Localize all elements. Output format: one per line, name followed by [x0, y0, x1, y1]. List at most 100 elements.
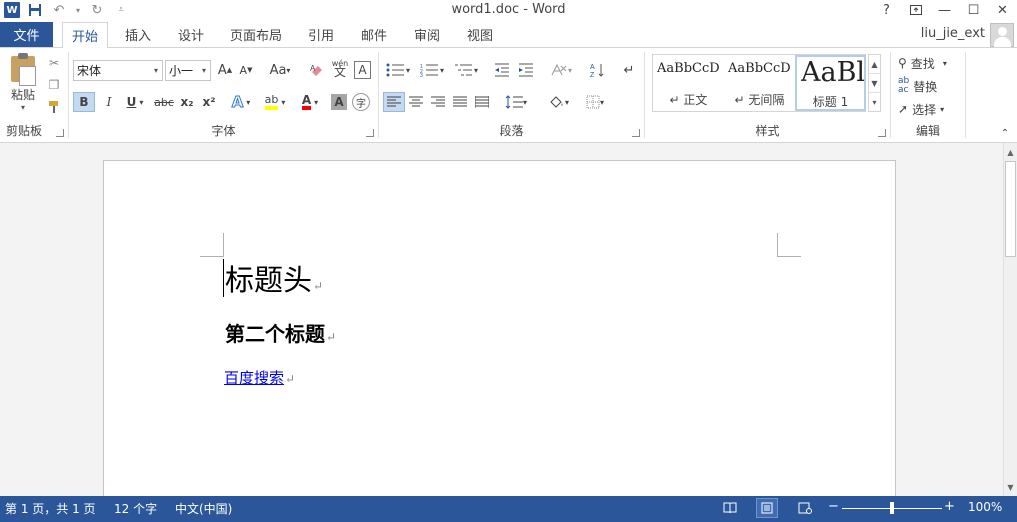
zoom-in-button[interactable]: + [944, 499, 955, 514]
sort-button[interactable]: AZ [587, 60, 609, 80]
minimize-button[interactable]: — [930, 0, 959, 20]
scroll-down-icon[interactable]: ▼ [1004, 480, 1017, 494]
baidu-search-link[interactable]: 百度搜索↵ [224, 367, 295, 388]
styles-launcher-icon[interactable] [878, 129, 886, 137]
align-left-button[interactable] [383, 92, 405, 112]
copy-icon[interactable]: ❐ [44, 75, 64, 95]
heading-2[interactable]: 第二个标题↵ [225, 318, 336, 347]
print-layout-button[interactable] [756, 498, 778, 518]
font-size-value: 小一 [169, 64, 194, 78]
subscript-button[interactable]: x₂ [177, 92, 197, 112]
zoom-level[interactable]: 100% [968, 500, 1002, 514]
tab-references[interactable]: 引用 [298, 22, 344, 47]
style-no-spacing[interactable]: AaBbCcDc ↵ 无间隔 [724, 55, 795, 111]
styles-more-icon[interactable]: ▾ [869, 93, 880, 112]
styles-scroll-up-icon[interactable]: ▲ [869, 55, 880, 74]
bullets-button[interactable]: ▾ [383, 60, 413, 80]
help-button[interactable]: ? [872, 0, 901, 20]
word-logo-icon[interactable]: W [4, 2, 20, 18]
character-border-button[interactable]: A [354, 61, 371, 79]
superscript-button[interactable]: x² [199, 92, 219, 112]
increase-indent-button[interactable] [515, 60, 537, 80]
vertical-scrollbar[interactable]: ▲ ▼ [1003, 143, 1017, 496]
tab-file[interactable]: 文件 [0, 22, 53, 47]
bold-button[interactable]: B [73, 92, 95, 112]
user-name[interactable]: liu_jie_ext [921, 26, 985, 41]
read-mode-button[interactable] [719, 498, 741, 518]
font-size-dropdown-icon[interactable]: ▾ [198, 61, 210, 80]
character-shading-button[interactable]: A [331, 94, 347, 110]
enclose-characters-button[interactable]: 字 [352, 93, 370, 111]
document-page[interactable]: 标题头↵ 第二个标题↵ 百度搜索↵ [103, 160, 896, 496]
styles-scroll-down-icon[interactable]: ▼ [869, 74, 880, 93]
multilevel-list-button[interactable]: ▾ [451, 60, 481, 80]
zoom-out-button[interactable]: − [828, 499, 839, 514]
heading-1[interactable]: 标题头↵ [225, 257, 323, 299]
word-count[interactable]: 12 个字 [114, 500, 157, 517]
replace-button[interactable]: ab ac 替换 [898, 76, 937, 96]
tab-design[interactable]: 设计 [168, 22, 214, 47]
style-normal[interactable]: AaBbCcDc ↵ 正文 [653, 55, 724, 111]
zoom-slider-thumb[interactable] [890, 502, 894, 514]
font-name-dropdown-icon[interactable]: ▾ [150, 61, 162, 80]
decrease-indent-button[interactable] [491, 60, 513, 80]
chinese-layout-button[interactable]: ▾ [545, 60, 577, 80]
ribbon-display-options-button[interactable] [901, 0, 930, 20]
distributed-button[interactable] [471, 92, 493, 112]
clear-formatting-button[interactable]: A [307, 60, 327, 80]
text-effects-button[interactable]: A ▾ [227, 92, 255, 112]
tab-page-layout[interactable]: 页面布局 [222, 22, 290, 47]
scroll-up-icon[interactable]: ▲ [1004, 145, 1017, 159]
line-spacing-button[interactable]: ▾ [501, 92, 531, 112]
cut-icon[interactable]: ✂ [44, 53, 64, 73]
web-layout-button[interactable] [794, 498, 816, 518]
scroll-thumb[interactable] [1005, 161, 1016, 257]
find-label: 查找 [910, 56, 935, 71]
tab-home[interactable]: 开始 [62, 22, 108, 48]
avatar[interactable] [990, 23, 1014, 47]
underline-button[interactable]: U ▾ [121, 92, 149, 112]
page-count[interactable]: 第 1 页，共 1 页 [5, 500, 96, 517]
change-case-button[interactable]: Aa ▾ [265, 60, 295, 80]
maximize-button[interactable]: ☐ [959, 0, 988, 20]
font-launcher-icon[interactable] [366, 129, 374, 137]
grow-font-button[interactable]: A ▲ [215, 60, 235, 80]
style-heading-1[interactable]: AaBl 标题 1 [795, 55, 866, 111]
redo-icon[interactable]: ↻ [88, 1, 106, 19]
align-right-button[interactable] [427, 92, 449, 112]
shrink-font-button[interactable]: A ▼ [236, 60, 256, 80]
select-button[interactable]: ➚ 选择 ▾ [898, 99, 944, 119]
document-canvas[interactable]: 标题头↵ 第二个标题↵ 百度搜索↵ [0, 143, 1003, 496]
clipboard-launcher-icon[interactable] [56, 129, 64, 137]
tab-view[interactable]: 视图 [457, 22, 503, 47]
undo-icon[interactable]: ↶ [50, 1, 68, 19]
save-icon[interactable] [26, 1, 44, 19]
font-size-combo[interactable]: 小一 ▾ [165, 60, 211, 81]
tab-mailings[interactable]: 邮件 [351, 22, 397, 47]
phonetic-guide-button[interactable]: wén 文 [329, 58, 351, 78]
highlight-button[interactable]: ab ▾ [259, 92, 291, 112]
language-indicator[interactable]: 中文(中国) [175, 500, 232, 517]
shading-button[interactable]: ▾ [543, 92, 575, 112]
align-center-button[interactable] [405, 92, 427, 112]
tab-insert[interactable]: 插入 [115, 22, 161, 47]
numbering-button[interactable]: 1 2 3 ▾ [417, 60, 447, 80]
close-button[interactable]: ✕ [988, 0, 1017, 20]
undo-dropdown-icon[interactable]: ▾ [74, 1, 82, 19]
show-hide-marks-button[interactable]: ↵ [619, 60, 639, 80]
find-button[interactable]: ⚲ 查找 ▾ [898, 53, 947, 73]
collapse-ribbon-icon[interactable]: ⌃ [998, 126, 1012, 140]
italic-button[interactable]: I [99, 92, 119, 112]
font-color-button[interactable]: A ▾ [295, 92, 325, 112]
tab-review[interactable]: 审阅 [404, 22, 450, 47]
paragraph-launcher-icon[interactable] [632, 129, 640, 137]
customize-qa-icon[interactable]: ⩡ [112, 1, 130, 19]
window-title: word1.doc - Word [451, 2, 566, 17]
paste-button[interactable]: 粘贴 ▾ [6, 53, 40, 112]
font-name-combo[interactable]: 宋体 ▾ [73, 60, 163, 81]
format-painter-icon[interactable] [44, 97, 64, 117]
justify-button[interactable] [449, 92, 471, 112]
strikethrough-button[interactable]: abc [153, 92, 175, 112]
style-name: ↵ 无间隔 [734, 93, 785, 107]
borders-button[interactable]: ▾ [579, 92, 611, 112]
